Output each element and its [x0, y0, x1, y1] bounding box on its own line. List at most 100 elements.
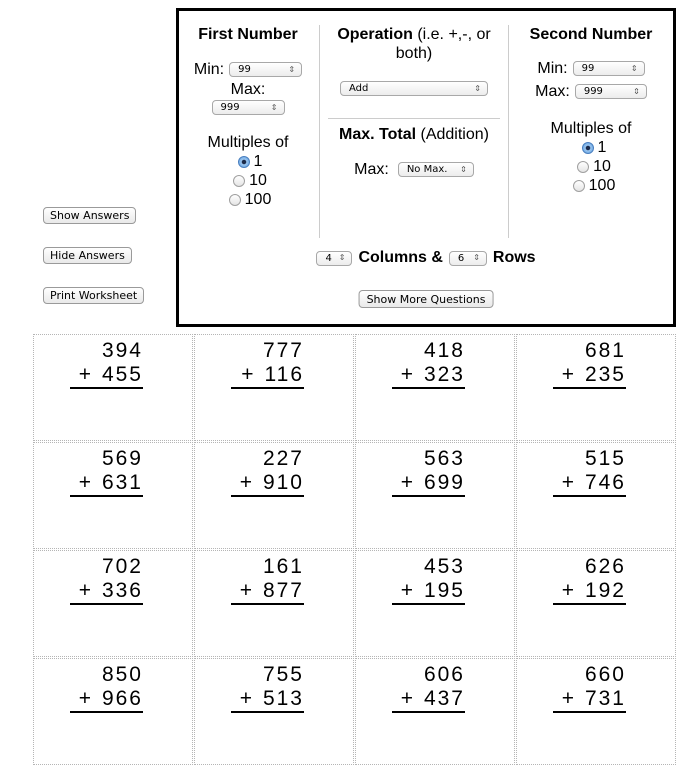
second-min-select[interactable]: 99 ⇕ — [572, 61, 645, 76]
first-multiples-option[interactable]: 10 — [233, 171, 267, 190]
addition-problem: 755 +513 — [231, 663, 304, 713]
print-worksheet-button[interactable]: Print Worksheet — [43, 287, 145, 304]
bottom-line: +455 — [70, 363, 143, 389]
bottom-number: 323 — [423, 363, 465, 386]
max-total-value: No Max. — [406, 164, 448, 175]
bottom-line: +731 — [553, 687, 626, 713]
top-number: 681 — [584, 339, 626, 362]
layout-controls: 4 ⇕ Columns & 6 ⇕ Rows — [179, 249, 673, 267]
bottom-number: 731 — [584, 687, 626, 710]
operator: + — [561, 579, 576, 602]
bottom-line: +699 — [392, 471, 465, 497]
select-arrows-icon: ⇕ — [630, 63, 638, 73]
hide-answers-button[interactable]: Hide Answers — [43, 247, 132, 264]
operation-select[interactable]: Add ⇕ — [340, 81, 488, 96]
show-more-questions-button[interactable]: Show More Questions — [358, 290, 494, 308]
operator: + — [400, 363, 415, 386]
bottom-line: +631 — [70, 471, 143, 497]
bottom-line: +336 — [70, 579, 143, 605]
bottom-line: +116 — [231, 363, 304, 389]
select-arrows-icon: ⇕ — [460, 164, 467, 174]
bottom-number: 195 — [423, 579, 465, 602]
operator: + — [241, 363, 256, 386]
problem-cell: 606 +437 — [355, 658, 515, 765]
top-number: 515 — [584, 447, 626, 470]
radio-icon[interactable] — [228, 193, 241, 206]
radio-selected-icon[interactable] — [581, 141, 594, 154]
operator: + — [239, 471, 254, 494]
second-max-select[interactable]: 999 ⇕ — [574, 84, 647, 99]
bottom-line: +195 — [392, 579, 465, 605]
addition-problem: 777 +116 — [231, 339, 304, 389]
radio-icon[interactable] — [233, 174, 246, 187]
bottom-line: +910 — [231, 471, 304, 497]
columns-select[interactable]: 4 ⇕ — [316, 250, 353, 266]
addition-problem: 660 +731 — [553, 663, 626, 713]
radio-selected-icon[interactable] — [237, 155, 250, 168]
max-total-label: Max: — [354, 161, 389, 178]
top-number: 569 — [101, 447, 143, 470]
operator: + — [78, 363, 93, 386]
problem-cell: 681 +235 — [516, 334, 676, 441]
top-number: 660 — [584, 663, 626, 686]
problem-cell: 660 +731 — [516, 658, 676, 765]
bottom-line: +437 — [392, 687, 465, 713]
radio-icon[interactable] — [572, 179, 585, 192]
problem-cell: 515 +746 — [516, 442, 676, 549]
operator: + — [561, 471, 576, 494]
second-multiples-option[interactable]: 1 — [581, 138, 606, 157]
problem-cell: 453 +195 — [355, 550, 515, 657]
rows-select[interactable]: 6 ⇕ — [448, 250, 487, 266]
problem-cell: 702 +336 — [33, 550, 193, 657]
operator: + — [561, 363, 576, 386]
show-answers-button[interactable]: Show Answers — [43, 207, 137, 224]
select-arrows-icon: ⇕ — [288, 64, 296, 74]
problem-cell: 161 +877 — [194, 550, 354, 657]
addition-problem: 453 +195 — [392, 555, 465, 605]
bottom-number: 116 — [264, 363, 304, 386]
addition-problem: 681 +235 — [553, 339, 626, 389]
second-max-value: 999 — [583, 86, 603, 97]
problem-cell: 418 +323 — [355, 334, 515, 441]
top-number: 418 — [423, 339, 465, 362]
problem-cell: 227 +910 — [194, 442, 354, 549]
first-min-label: Min: — [193, 61, 225, 78]
top-number: 563 — [423, 447, 465, 470]
second-number-section: Second Number Min: 99 ⇕ Max: 999 ⇕ Multi… — [509, 25, 673, 238]
bottom-number: 513 — [262, 687, 304, 710]
bottom-line: +323 — [392, 363, 465, 389]
select-arrows-icon: ⇕ — [474, 83, 481, 93]
rows-value: 6 — [457, 252, 465, 264]
top-number: 394 — [101, 339, 143, 362]
max-total-select[interactable]: No Max. ⇕ — [397, 162, 474, 177]
second-multiples-option[interactable]: 100 — [572, 176, 615, 195]
first-max-select[interactable]: 999 ⇕ — [211, 100, 285, 115]
first-multiples-option[interactable]: 100 — [228, 190, 271, 209]
problem-cell: 569 +631 — [33, 442, 193, 549]
max-total-note: (Addition) — [420, 126, 489, 143]
bottom-number: 235 — [584, 363, 626, 386]
radio-icon[interactable] — [577, 160, 590, 173]
first-multiples-option[interactable]: 1 — [237, 152, 262, 171]
first-multiples-radio-group: 1 10 100 — [179, 152, 317, 209]
top-number: 702 — [101, 555, 143, 578]
select-arrows-icon: ⇕ — [633, 86, 640, 96]
addition-problem: 563 +699 — [392, 447, 465, 497]
problem-cell: 563 +699 — [355, 442, 515, 549]
bottom-line: +235 — [553, 363, 626, 389]
second-multiples-option[interactable]: 10 — [577, 157, 611, 176]
select-arrows-icon: ⇕ — [338, 253, 346, 262]
top-number: 453 — [423, 555, 465, 578]
max-total-title: Max. Total — [339, 126, 417, 143]
second-min-label: Min: — [537, 60, 568, 77]
first-min-select[interactable]: 99 ⇕ — [229, 62, 303, 77]
addition-problem: 569 +631 — [70, 447, 143, 497]
top-number: 850 — [101, 663, 143, 686]
addition-problem: 394 +455 — [70, 339, 143, 389]
problem-cell: 755 +513 — [194, 658, 354, 765]
first-max-label: Max: — [230, 81, 266, 98]
top-number: 161 — [262, 555, 304, 578]
rows-label: Rows — [492, 249, 536, 266]
select-arrows-icon: ⇕ — [270, 102, 278, 112]
columns-label: Columns & — [358, 249, 443, 266]
